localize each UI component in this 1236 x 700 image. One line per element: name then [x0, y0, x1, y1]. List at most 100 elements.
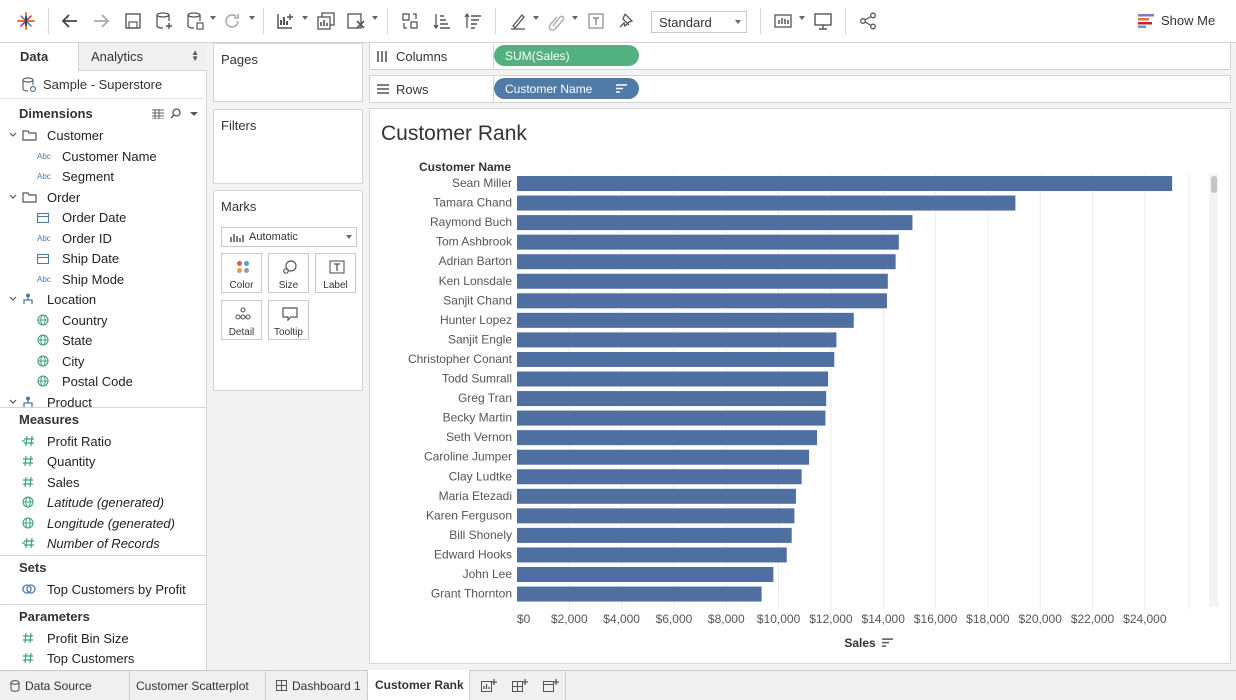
- dimension-field[interactable]: State: [37, 330, 92, 350]
- dimension-folder[interactable]: Order: [8, 187, 80, 207]
- highlight-caret-icon[interactable]: [533, 16, 539, 20]
- swap-icon[interactable]: [398, 8, 422, 34]
- view-as-list-icon[interactable]: [152, 108, 164, 119]
- tab-customer-rank[interactable]: Customer Rank: [368, 670, 470, 700]
- bar: [517, 195, 1016, 211]
- measure-field[interactable]: Number of Records: [22, 533, 160, 553]
- dimension-folder[interactable]: Customer: [8, 125, 103, 145]
- automatic-mark-icon: [230, 233, 244, 242]
- field-label: Order Date: [62, 209, 127, 225]
- search-icon[interactable]: [170, 108, 181, 119]
- label-button[interactable]: Label: [315, 253, 356, 293]
- show-me-icon: [1138, 13, 1154, 28]
- clear-sheet-caret-icon[interactable]: [372, 16, 378, 20]
- undo-icon[interactable]: [58, 8, 82, 34]
- duplicate-sheet-icon[interactable]: [314, 8, 338, 34]
- category-label: Bill Shonely: [449, 528, 512, 542]
- color-button[interactable]: Color: [221, 253, 262, 293]
- measure-field[interactable]: Quantity: [22, 451, 95, 471]
- save-icon[interactable]: [121, 8, 145, 34]
- scrollbar-thumb[interactable]: [1211, 176, 1217, 193]
- pause-updates-icon[interactable]: [183, 8, 207, 34]
- sort-descending-icon[interactable]: [461, 8, 485, 34]
- category-label: Sanjit Chand: [443, 293, 512, 307]
- new-story-icon: [543, 678, 559, 692]
- refresh-caret-icon[interactable]: [249, 16, 255, 20]
- dimension-folder[interactable]: Location: [8, 289, 96, 309]
- dimension-field[interactable]: City: [37, 351, 84, 371]
- tab-data-source[interactable]: Data Source: [0, 671, 130, 700]
- tooltip-label: Tooltip: [274, 327, 303, 338]
- new-story-button[interactable]: [536, 671, 566, 700]
- datasource-name: Sample - Superstore: [43, 77, 163, 92]
- filters-card[interactable]: Filters: [213, 109, 363, 184]
- tab-data[interactable]: Data: [0, 43, 79, 71]
- detail-button[interactable]: Detail: [221, 300, 262, 340]
- show-labels-icon[interactable]: [584, 8, 608, 34]
- tab-customer-scatterplot[interactable]: Customer Scatterplot: [130, 671, 266, 700]
- category-label: Clay Ludtke: [449, 469, 513, 483]
- measure-field[interactable]: Latitude (generated): [22, 492, 164, 512]
- dimension-field[interactable]: Abc Customer Name: [37, 146, 157, 166]
- refresh-icon[interactable]: [220, 8, 244, 34]
- scrollbar-track: [1209, 173, 1218, 607]
- clear-sheet-icon[interactable]: [344, 8, 368, 34]
- tableau-logo-icon[interactable]: [14, 8, 38, 34]
- size-button[interactable]: Size: [268, 253, 309, 293]
- datasource-item[interactable]: Sample - Superstore: [0, 71, 207, 99]
- dimension-field[interactable]: Abc Segment: [37, 166, 114, 186]
- chevron-down-icon[interactable]: [187, 108, 201, 119]
- dimensions-header: Dimensions: [0, 101, 207, 125]
- x-tick-label: $18,000: [966, 612, 1010, 626]
- parameter-label: Profit Bin Size: [47, 630, 129, 646]
- highlight-icon[interactable]: [506, 8, 530, 34]
- pause-updates-caret-icon[interactable]: [210, 16, 216, 20]
- group-icon[interactable]: [545, 8, 569, 34]
- tab-data-source-label: Data Source: [25, 678, 92, 693]
- dimension-field[interactable]: Country: [37, 310, 108, 330]
- show-me-button[interactable]: Show Me: [1138, 13, 1215, 28]
- parameter-item[interactable]: Top Customers: [22, 648, 134, 668]
- dimension-field[interactable]: Abc Ship Mode: [37, 269, 124, 289]
- dimension-field[interactable]: Abc Order ID: [37, 228, 112, 248]
- parameter-item[interactable]: Profit Bin Size: [22, 628, 129, 648]
- dimension-field[interactable]: Order Date: [37, 207, 126, 227]
- group-caret-icon[interactable]: [572, 16, 578, 20]
- chevron-down-icon[interactable]: [8, 194, 18, 200]
- tab-dashboard-1[interactable]: Dashboard 1: [266, 671, 368, 700]
- share-icon[interactable]: [856, 8, 880, 34]
- columns-pill[interactable]: SUM(Sales): [494, 45, 639, 66]
- tab-analytics[interactable]: Analytics ▲ ▼: [79, 43, 207, 70]
- dimension-field[interactable]: Ship Date: [37, 248, 119, 268]
- measure-field[interactable]: Sales: [22, 472, 80, 492]
- redo-icon[interactable]: [89, 8, 113, 34]
- sort-descending-icon: [616, 84, 627, 93]
- mark-type-dropdown[interactable]: Automatic: [221, 227, 357, 247]
- fix-axes-icon[interactable]: [615, 8, 639, 34]
- bar: [517, 430, 818, 446]
- fit-dropdown[interactable]: Standard: [651, 11, 747, 33]
- new-worksheet-icon[interactable]: [273, 8, 297, 34]
- presentation-mode-icon[interactable]: [811, 8, 835, 34]
- measure-field[interactable]: Profit Ratio: [22, 431, 111, 451]
- measure-field[interactable]: Longitude (generated): [22, 513, 175, 533]
- columns-pill-label: SUM(Sales): [505, 48, 570, 63]
- cards-icon[interactable]: [771, 8, 795, 34]
- sort-ascending-icon[interactable]: [430, 8, 454, 34]
- new-worksheet-caret-icon[interactable]: [302, 16, 308, 20]
- folder-icon: [22, 191, 37, 203]
- chevron-down-icon[interactable]: [8, 132, 18, 138]
- tooltip-button[interactable]: Tooltip: [268, 300, 309, 340]
- number-icon: [23, 476, 33, 488]
- rows-pill[interactable]: Customer Name: [494, 78, 639, 99]
- dimension-field[interactable]: Postal Code: [37, 371, 133, 391]
- chevron-down-icon[interactable]: [8, 399, 18, 405]
- new-datasource-icon[interactable]: [152, 8, 176, 34]
- new-worksheet-button[interactable]: [474, 671, 504, 700]
- cards-caret-icon[interactable]: [799, 16, 805, 20]
- sort-icon[interactable]: [882, 638, 893, 647]
- set-item[interactable]: Top Customers by Profit: [22, 579, 186, 599]
- chevron-down-icon[interactable]: [8, 296, 18, 302]
- pages-card[interactable]: Pages: [213, 43, 363, 102]
- new-dashboard-button[interactable]: [505, 671, 535, 700]
